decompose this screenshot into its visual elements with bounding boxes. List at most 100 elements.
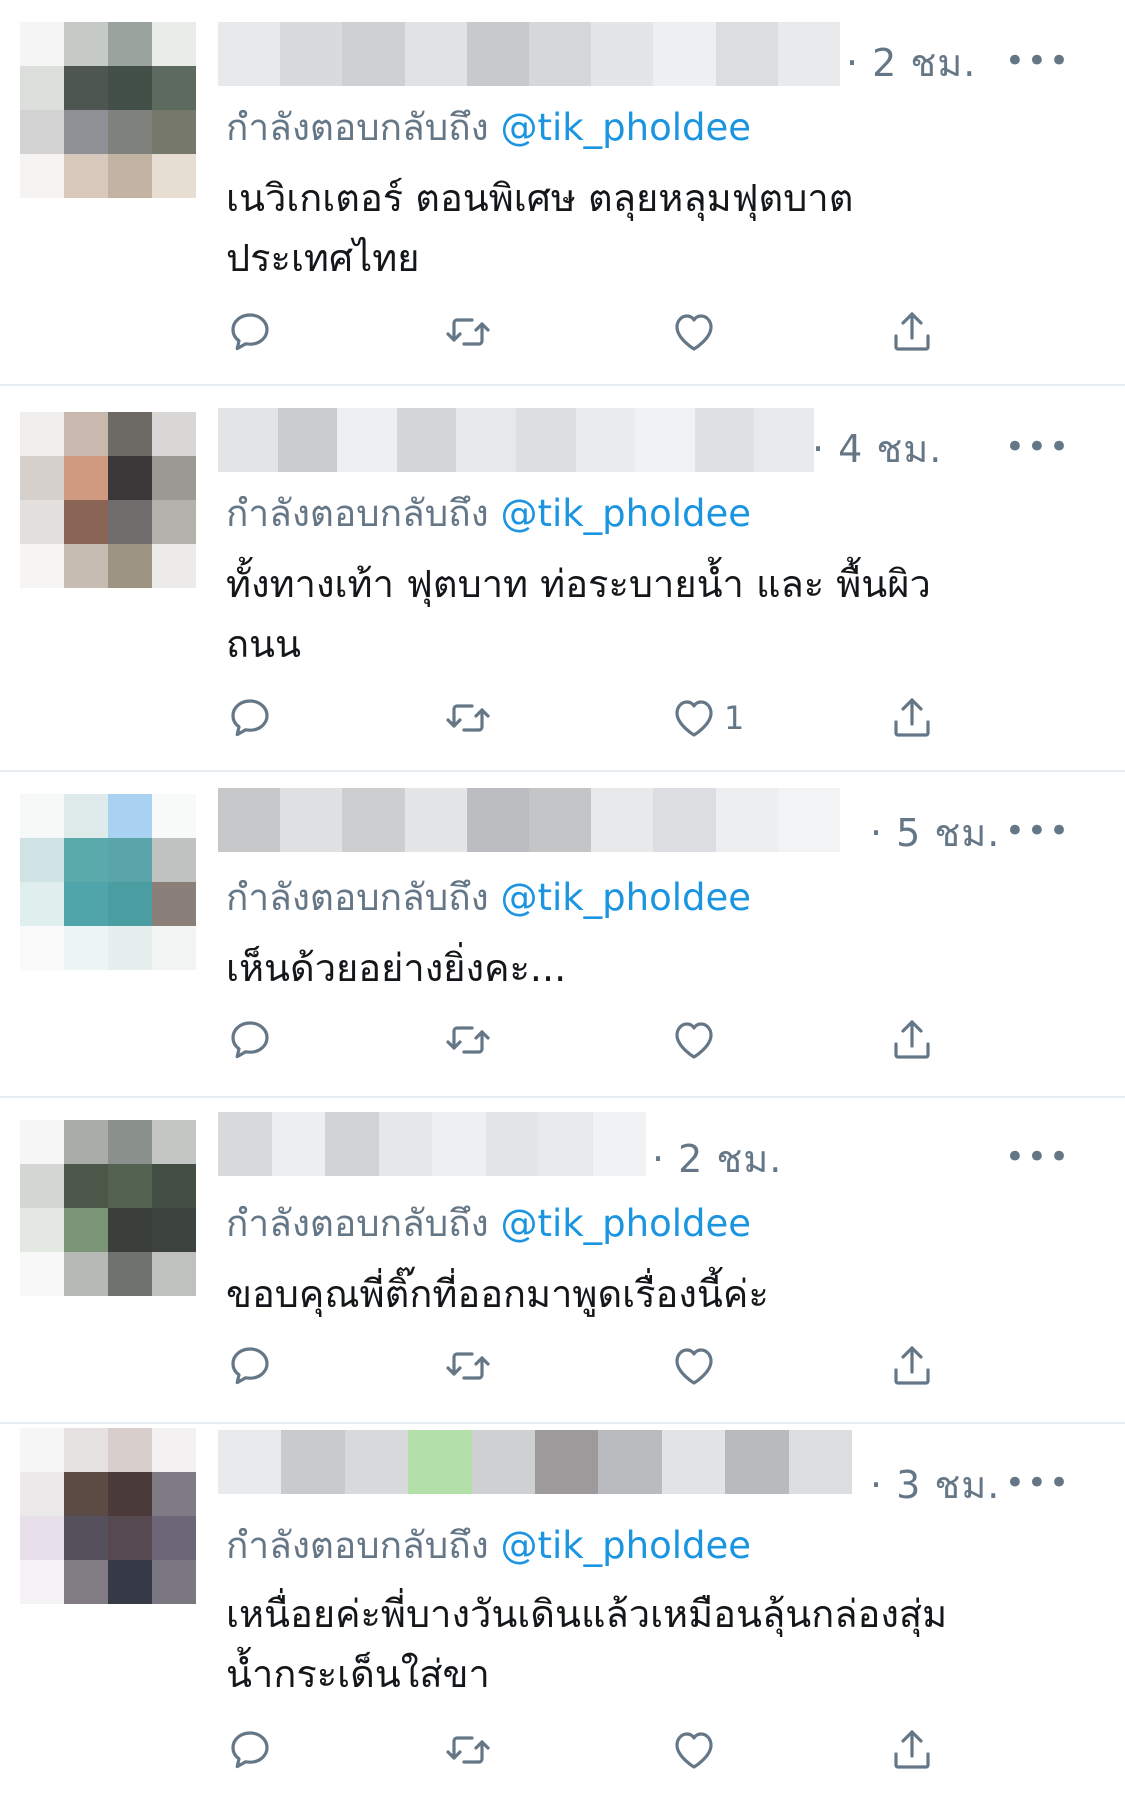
avatar[interactable] — [20, 794, 196, 970]
author-name-blurred[interactable] — [218, 1112, 646, 1176]
replying-to: กำลังตอบกลับถึง @tik_pholdee — [226, 1516, 751, 1575]
tweet-text-line: ถนน — [226, 622, 301, 666]
more-options-icon[interactable]: ••• — [1005, 430, 1071, 464]
tweet-text: ขอบคุณพี่ติ๊กที่ออกมาพูดเรื่องนี้ค่ะ — [226, 1264, 1066, 1324]
author-name-blurred[interactable] — [218, 408, 814, 472]
reply-button[interactable] — [226, 690, 274, 746]
tweet-actions — [226, 304, 986, 360]
reply-tweet[interactable]: · 3 ชม. ••• กำลังตอบกลับถึง @tik_pholdee… — [0, 1424, 1125, 1804]
tweet-text: ทั้งทางเท้า ฟุตบาท ท่อระบายน้ำ และ พื้นผ… — [226, 554, 1066, 674]
tweet-time[interactable]: · 5 ชม. — [870, 802, 1000, 863]
reply-icon — [231, 1731, 269, 1769]
replying-to-handle[interactable]: @tik_pholdee — [500, 492, 751, 535]
tweet-time[interactable]: · 2 ชม. — [652, 1128, 782, 1189]
reply-icon — [231, 699, 269, 737]
replying-to-handle[interactable]: @tik_pholdee — [500, 1524, 751, 1567]
replying-to-handle[interactable]: @tik_pholdee — [500, 1202, 751, 1245]
like-button[interactable] — [670, 1722, 724, 1778]
share-icon — [894, 1730, 930, 1769]
reply-icon — [231, 1347, 269, 1385]
retweet-icon — [446, 704, 490, 732]
tweet-time[interactable]: · 2 ชม. — [846, 32, 976, 93]
retweet-button[interactable] — [444, 1722, 492, 1778]
reply-button[interactable] — [226, 1722, 274, 1778]
tweet-text-line: ขอบคุณพี่ติ๊กที่ออกมาพูดเรื่องนี้ค่ะ — [226, 1272, 769, 1316]
reply-tweet[interactable]: · 5 ชม. ••• กำลังตอบกลับถึง @tik_pholdee… — [0, 772, 1125, 1098]
tweet-actions — [226, 1338, 986, 1394]
tweet-text-line: เห็นด้วยอย่างยิ่งคะ... — [226, 946, 567, 990]
retweet-button[interactable] — [444, 1012, 492, 1068]
author-name-blurred[interactable] — [218, 22, 841, 86]
reply-button[interactable] — [226, 1012, 274, 1068]
tweet-text: เนวิเกเตอร์ ตอนพิเศษ ตลุยหลุมฟุตบาต ประเ… — [226, 168, 1066, 288]
retweet-icon — [446, 318, 490, 346]
reply-button[interactable] — [226, 1338, 274, 1394]
like-button[interactable]: 1 — [670, 690, 744, 746]
more-options-icon[interactable]: ••• — [1005, 814, 1071, 848]
like-count: 1 — [724, 699, 745, 737]
more-options-icon[interactable]: ••• — [1005, 44, 1071, 78]
share-button[interactable] — [888, 1722, 936, 1778]
share-button[interactable] — [888, 1338, 936, 1394]
tweet-text-line: ประเทศไทย — [226, 236, 420, 280]
reply-tweet[interactable]: · 2 ชม. ••• กำลังตอบกลับถึง @tik_pholdee… — [0, 0, 1125, 386]
retweet-icon — [446, 1026, 490, 1054]
reply-tweet[interactable]: · 2 ชม. ••• กำลังตอบกลับถึง @tik_pholdee… — [0, 1098, 1125, 1424]
replying-to-label: กำลังตอบกลับถึง — [226, 1524, 489, 1567]
author-name-blurred[interactable] — [218, 1430, 853, 1494]
share-button[interactable] — [888, 1012, 936, 1068]
share-icon — [894, 1346, 930, 1385]
share-icon — [894, 698, 930, 737]
reply-button[interactable] — [226, 304, 274, 360]
like-icon — [675, 700, 713, 737]
replying-to-label: กำลังตอบกลับถึง — [226, 492, 489, 535]
tweet-actions — [226, 1012, 986, 1068]
tweet-actions: 1 — [226, 690, 986, 746]
retweet-icon — [446, 1352, 490, 1380]
share-icon — [894, 312, 930, 351]
replying-to-label: กำลังตอบกลับถึง — [226, 106, 489, 149]
avatar[interactable] — [20, 1428, 196, 1604]
tweet-text-line: น้ำกระเด็นใส่ขา — [226, 1652, 490, 1696]
replying-to: กำลังตอบกลับถึง @tik_pholdee — [226, 484, 751, 543]
more-options-icon[interactable]: ••• — [1005, 1140, 1071, 1174]
like-icon — [675, 314, 713, 351]
retweet-icon — [446, 1736, 490, 1764]
share-button[interactable] — [888, 304, 936, 360]
replying-to-handle[interactable]: @tik_pholdee — [500, 106, 751, 149]
like-icon — [675, 1348, 713, 1385]
share-button[interactable] — [888, 690, 936, 746]
tweet-text: เห็นด้วยอย่างยิ่งคะ... — [226, 938, 1066, 998]
retweet-button[interactable] — [444, 304, 492, 360]
tweet-time[interactable]: · 4 ชม. — [812, 418, 942, 479]
tweet-text-line: เหนื่อยค่ะพี่บางวันเดินแล้วเหมือนลุ้นกล่… — [226, 1592, 948, 1636]
more-options-icon[interactable]: ••• — [1005, 1466, 1071, 1500]
tweet-time[interactable]: · 3 ชม. — [870, 1454, 1000, 1515]
like-icon — [675, 1732, 713, 1769]
replying-to: กำลังตอบกลับถึง @tik_pholdee — [226, 868, 751, 927]
like-icon — [675, 1022, 713, 1059]
replying-to-handle[interactable]: @tik_pholdee — [500, 876, 751, 919]
share-icon — [894, 1020, 930, 1059]
retweet-button[interactable] — [444, 690, 492, 746]
like-button[interactable] — [670, 1012, 724, 1068]
avatar[interactable] — [20, 1120, 196, 1296]
reply-tweet[interactable]: · 4 ชม. ••• กำลังตอบกลับถึง @tik_pholdee… — [0, 386, 1125, 772]
author-name-blurred[interactable] — [218, 788, 841, 852]
replying-to-label: กำลังตอบกลับถึง — [226, 876, 489, 919]
tweet-text: เหนื่อยค่ะพี่บางวันเดินแล้วเหมือนลุ้นกล่… — [226, 1584, 1066, 1704]
like-button[interactable] — [670, 1338, 724, 1394]
avatar[interactable] — [20, 412, 196, 588]
reply-feed: · 2 ชม. ••• กำลังตอบกลับถึง @tik_pholdee… — [0, 0, 1125, 1804]
tweet-actions — [226, 1722, 986, 1778]
tweet-text-line: เนวิเกเตอร์ ตอนพิเศษ ตลุยหลุมฟุตบาต — [226, 176, 854, 220]
replying-to: กำลังตอบกลับถึง @tik_pholdee — [226, 1194, 751, 1253]
like-button[interactable] — [670, 304, 724, 360]
tweet-text-line: ทั้งทางเท้า ฟุตบาท ท่อระบายน้ำ และ พื้นผ… — [226, 562, 931, 606]
retweet-button[interactable] — [444, 1338, 492, 1394]
replying-to: กำลังตอบกลับถึง @tik_pholdee — [226, 98, 751, 157]
reply-icon — [231, 313, 269, 351]
avatar[interactable] — [20, 22, 196, 198]
replying-to-label: กำลังตอบกลับถึง — [226, 1202, 489, 1245]
reply-icon — [231, 1021, 269, 1059]
